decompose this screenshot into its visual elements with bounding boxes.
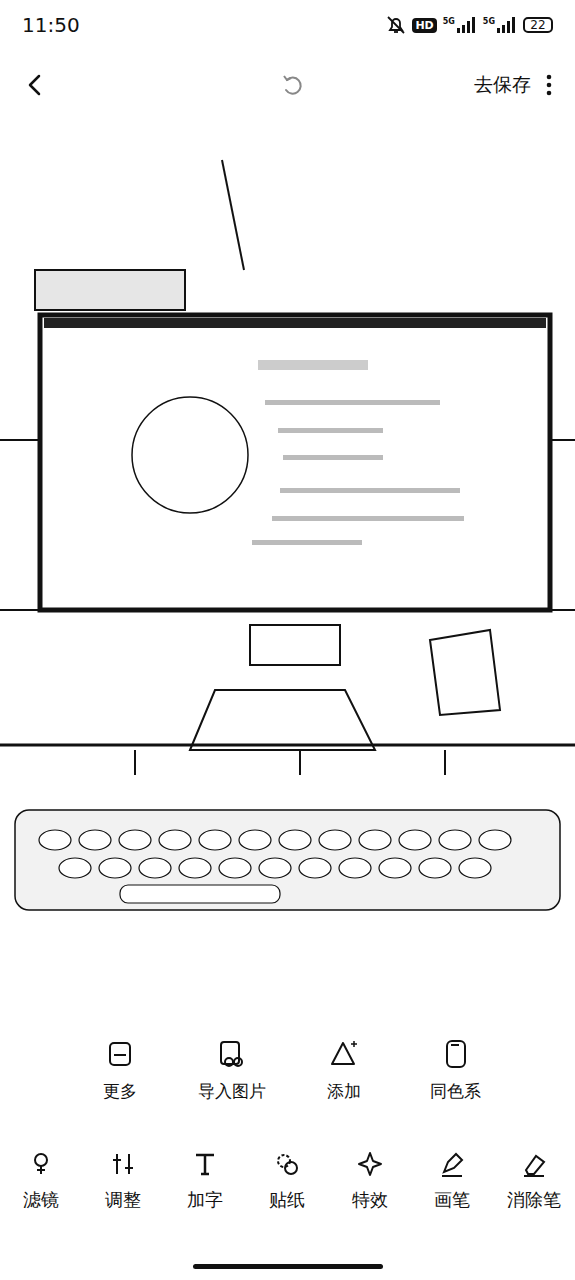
tool-label: 消除笔 — [507, 1188, 561, 1212]
home-indicator-area — [0, 1252, 575, 1280]
undo-icon[interactable] — [280, 72, 306, 98]
import-image-tool[interactable]: 导入图片 — [176, 1038, 288, 1103]
add-tool[interactable]: 添加 — [288, 1038, 400, 1103]
tool-label: 贴纸 — [269, 1188, 305, 1212]
effects-tool[interactable]: 特效 — [329, 1150, 411, 1212]
signal: 5G — [483, 17, 517, 33]
tool-label: 特效 — [352, 1188, 388, 1212]
mute-icon — [386, 15, 406, 35]
eraser-icon — [520, 1150, 548, 1178]
tool-row: 更多 导入图片 添加 同色系 — [0, 1000, 575, 1140]
tool-label: 更多 — [103, 1080, 137, 1103]
photo-canvas — [0, 120, 575, 1000]
adjust-tool[interactable]: 调整 — [82, 1150, 164, 1212]
signal-icon — [497, 17, 517, 33]
undo-area — [42, 72, 474, 98]
signal-icon — [457, 17, 477, 33]
network-type: 5G — [483, 17, 495, 26]
back-icon[interactable] — [26, 73, 42, 97]
tool-label: 滤镜 — [23, 1188, 59, 1212]
brush-tool[interactable]: 画笔 — [411, 1150, 493, 1212]
clock: 11:50 — [22, 13, 80, 37]
sparkle-icon — [356, 1150, 384, 1178]
sliders-icon — [109, 1150, 137, 1178]
save-button[interactable]: 去保存 — [474, 68, 531, 102]
status-bar: 11:50 HD 5G 5G 22 — [0, 0, 575, 50]
signal: 5G — [443, 17, 477, 33]
image-import-icon — [216, 1038, 248, 1070]
battery: 22 — [523, 17, 553, 33]
top-bar: 去保存 — [0, 50, 575, 120]
sticker-icon — [273, 1150, 301, 1178]
tool-label: 同色系 — [430, 1080, 481, 1103]
filter-icon — [27, 1150, 55, 1178]
store-icon — [104, 1038, 136, 1070]
more-icon[interactable] — [545, 73, 553, 97]
more-tool[interactable]: 更多 — [64, 1038, 176, 1103]
eraser-tool[interactable]: 消除笔 — [493, 1150, 575, 1212]
status-icons: HD 5G 5G 22 — [386, 15, 553, 35]
brush-icon — [438, 1150, 466, 1178]
tool-label: 添加 — [327, 1080, 361, 1103]
text-tool[interactable]: 加字 — [164, 1150, 246, 1212]
network-type: 5G — [443, 17, 455, 26]
sticker-tool[interactable]: 贴纸 — [246, 1150, 328, 1212]
photo-image — [0, 120, 575, 1000]
tool-bar: 滤镜 调整 加字 贴纸 特效 画笔 消除笔 — [0, 1140, 575, 1252]
text-icon — [191, 1150, 219, 1178]
same-color-tool[interactable]: 同色系 — [400, 1038, 512, 1103]
phone-frame-icon — [440, 1038, 472, 1070]
tool-label: 调整 — [105, 1188, 141, 1212]
hd-badge: HD — [412, 18, 436, 33]
tool-label: 导入图片 — [198, 1080, 266, 1103]
home-indicator[interactable] — [193, 1264, 383, 1269]
tool-label: 画笔 — [434, 1188, 470, 1212]
filter-tool[interactable]: 滤镜 — [0, 1150, 82, 1212]
tool-label: 加字 — [187, 1188, 223, 1212]
triangle-plus-icon — [328, 1038, 360, 1070]
